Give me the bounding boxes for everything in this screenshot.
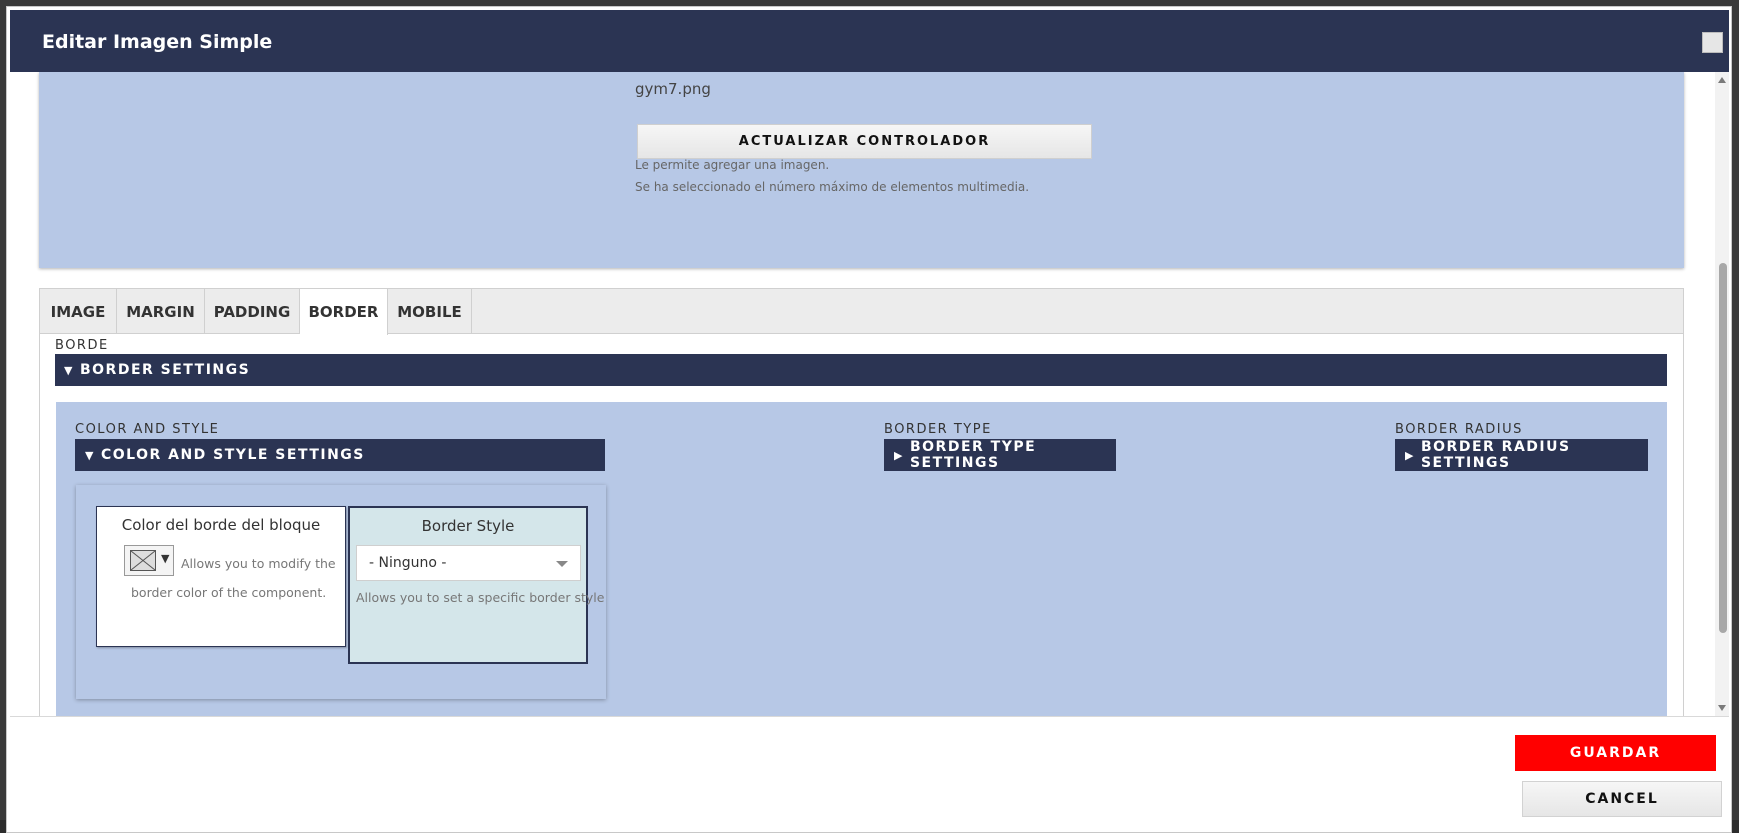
dialog-content[interactable]: gym7.png ACTUALIZAR CONTROLADOR Le permi… [10, 72, 1715, 716]
border-radius-toggle[interactable]: ▶ BORDER RADIUS SETTINGS [1395, 439, 1648, 471]
upload-limit-text: Se ha seleccionado el número máximo de e… [635, 180, 1030, 194]
update-controller-button[interactable]: ACTUALIZAR CONTROLADOR [637, 124, 1092, 159]
border-color-title: Color del borde del bloque [121, 516, 321, 534]
tab-image[interactable]: IMAGE [40, 289, 117, 334]
settings-tabs: IMAGE MARGIN PADDING BORDER MOBILE BORDE… [39, 288, 1684, 716]
border-radius-label: BORDER RADIUS [1395, 422, 1523, 437]
border-color-help: Allows you to modify the border color of… [131, 556, 336, 600]
tab-bar: IMAGE MARGIN PADDING BORDER MOBILE [40, 289, 1683, 335]
scroll-down-icon[interactable] [1718, 705, 1726, 711]
image-upload-panel: gym7.png ACTUALIZAR CONTROLADOR Le permi… [39, 72, 1684, 268]
tab-border[interactable]: BORDER [300, 289, 388, 335]
expanded-icon: ▼ [85, 448, 95, 462]
collapsed-icon: ▶ [894, 448, 904, 462]
border-section-label: BORDE [55, 338, 109, 353]
save-button[interactable]: GUARDAR [1515, 735, 1716, 771]
scroll-up-icon[interactable] [1718, 77, 1726, 83]
dialog-footer: GUARDAR CANCEL [10, 716, 1729, 830]
border-type-bar-label: BORDER TYPE SETTINGS [909, 439, 1037, 471]
border-type-toggle[interactable]: ▶ BORDER TYPE SETTINGS [884, 439, 1116, 471]
border-style-value: - Ninguno - [369, 555, 447, 571]
border-style-help: Allows you to set a specific border styl… [356, 590, 605, 605]
color-style-panel: Color del borde del bloque ▼ Allows you … [76, 485, 606, 699]
dialog-title: Editar Imagen Simple [42, 31, 273, 53]
border-type-label: BORDER TYPE [884, 422, 992, 437]
color-style-label: COLOR AND STYLE [75, 422, 220, 437]
close-icon[interactable] [1702, 32, 1723, 53]
border-radius-bar-label: BORDER RADIUS SETTINGS [1420, 439, 1571, 471]
border-settings-label: BORDER SETTINGS [79, 362, 251, 378]
color-style-bar-label: COLOR AND STYLE SETTINGS [100, 447, 365, 463]
tab-margin[interactable]: MARGIN [117, 289, 205, 334]
border-color-card: Color del borde del bloque ▼ Allows you … [96, 506, 346, 647]
scrollbar-thumb[interactable] [1719, 263, 1727, 633]
chevron-down-icon [556, 561, 568, 567]
uploaded-filename[interactable]: gym7.png [635, 80, 711, 98]
border-style-card: Border Style - Ninguno - Allows you to s… [348, 506, 605, 664]
cancel-button[interactable]: CANCEL [1522, 781, 1722, 817]
color-style-toggle[interactable]: ▼ COLOR AND STYLE SETTINGS [75, 439, 605, 471]
border-style-select[interactable]: - Ninguno - [356, 545, 581, 581]
dialog-titlebar: Editar Imagen Simple [10, 10, 1729, 72]
upload-help-text: Le permite agregar una imagen. [635, 158, 830, 172]
edit-image-dialog: Editar Imagen Simple gym7.png ACTUALIZAR… [6, 6, 1732, 833]
border-settings-toggle[interactable]: ▼ BORDER SETTINGS [55, 354, 1667, 386]
expanded-icon: ▼ [64, 363, 74, 377]
border-style-title: Border Style [421, 517, 515, 535]
collapsed-icon: ▶ [1405, 448, 1415, 462]
tab-mobile[interactable]: MOBILE [388, 289, 472, 334]
border-settings-body: COLOR AND STYLE ▼ COLOR AND STYLE SETTIN… [56, 402, 1667, 716]
tab-padding[interactable]: PADDING [205, 289, 300, 334]
content-scrollbar[interactable] [1715, 72, 1729, 716]
